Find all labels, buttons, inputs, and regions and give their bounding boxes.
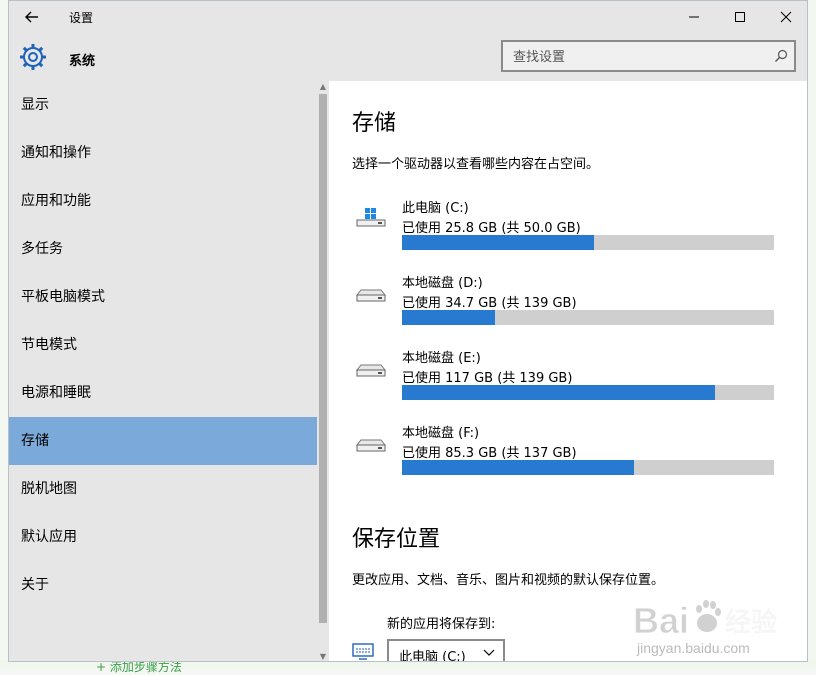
maximize-button[interactable]	[717, 1, 763, 33]
sidebar-item-label: 关于	[21, 577, 49, 593]
drive-usage-bar	[402, 460, 774, 475]
sidebar-item-offline-maps[interactable]: 脱机地图	[9, 465, 317, 513]
search-box[interactable]	[501, 40, 796, 72]
drive-c[interactable]: 此电脑 (C:) 已使用 25.8 GB (共 50.0 GB)	[352, 197, 782, 257]
drive-usage: 已使用 25.8 GB (共 50.0 GB)	[402, 221, 581, 236]
scroll-up-icon[interactable]: ▲	[317, 81, 329, 93]
maximize-icon	[735, 12, 745, 22]
drive-usage-bar	[402, 310, 774, 325]
save-locations-description: 更改应用、文档、音乐、图片和视频的默认保存位置。	[352, 573, 665, 588]
sidebar-item-label: 通知和操作	[21, 145, 91, 161]
sidebar-scrollbar[interactable]: ▲ ▼	[317, 81, 329, 661]
drive-name: 本地磁盘 (F:)	[402, 426, 480, 441]
storage-description: 选择一个驱动器以查看哪些内容在占空间。	[352, 157, 600, 172]
sidebar-item-default-apps[interactable]: 默认应用	[9, 513, 317, 561]
close-icon	[780, 11, 792, 23]
sidebar-item-power-sleep[interactable]: 电源和睡眠	[9, 369, 317, 417]
sidebar-item-apps-features[interactable]: 应用和功能	[9, 177, 317, 225]
settings-header: 系统	[9, 33, 807, 81]
save-locations-heading: 保存位置	[352, 527, 441, 552]
drive-usage: 已使用 85.3 GB (共 137 GB)	[402, 446, 577, 461]
new-apps-label: 新的应用将保存到:	[387, 617, 496, 632]
sidebar-item-label: 电源和睡眠	[21, 385, 91, 401]
drive-usage-fill	[402, 310, 495, 325]
sidebar-item-label: 平板电脑模式	[21, 289, 105, 305]
sidebar-nav: 显示 通知和操作 应用和功能 多任务 平板电脑模式 节电模式 电源和睡眠 存储 …	[9, 81, 317, 661]
drive-name: 此电脑 (C:)	[402, 201, 469, 216]
drive-usage-bar	[402, 385, 774, 400]
sidebar-item-label: 脱机地图	[21, 481, 77, 497]
search-input[interactable]	[503, 42, 765, 72]
minimize-icon	[689, 16, 699, 18]
sidebar-item-label: 默认应用	[21, 529, 77, 545]
storage-content: 存储 选择一个驱动器以查看哪些内容在占空间。 此电脑 (C:) 已使用 25.8…	[329, 81, 807, 662]
drive-usage-fill	[402, 235, 594, 250]
scroll-down-icon[interactable]: ▼	[317, 651, 329, 661]
drive-icon	[356, 364, 386, 377]
close-button[interactable]	[763, 1, 807, 33]
dropdown-value: 此电脑 (C:)	[399, 650, 466, 662]
storage-heading: 存储	[352, 111, 397, 136]
sidebar-item-multitasking[interactable]: 多任务	[9, 225, 317, 273]
drive-d[interactable]: 本地磁盘 (D:) 已使用 34.7 GB (共 139 GB)	[352, 272, 782, 332]
drive-usage: 已使用 34.7 GB (共 139 GB)	[402, 296, 577, 311]
background-right-strip	[808, 0, 816, 669]
sidebar-item-label: 多任务	[21, 241, 63, 257]
settings-window: 设置 系统 查找设置 显示 通知和操作 应用和功能 多任务 平板电脑模式 节电模…	[8, 0, 808, 662]
search-icon[interactable]	[774, 49, 788, 63]
monitor-icon	[352, 643, 374, 660]
scrollbar-thumb[interactable]	[319, 94, 327, 623]
drive-name: 本地磁盘 (E:)	[402, 351, 481, 366]
drive-f[interactable]: 本地磁盘 (F:) 已使用 85.3 GB (共 137 GB)	[352, 422, 782, 482]
drive-usage-fill	[402, 460, 634, 475]
title-bar: 设置	[9, 1, 807, 33]
drive-usage: 已使用 117 GB (共 139 GB)	[402, 371, 573, 386]
drive-usage-fill	[402, 385, 716, 400]
drive-usage-bar	[402, 235, 774, 250]
chevron-down-icon	[483, 649, 495, 656]
sidebar-item-label: 显示	[21, 97, 49, 113]
windows-drive-icon	[356, 208, 386, 227]
back-button[interactable]	[19, 4, 45, 30]
sidebar-item-notifications[interactable]: 通知和操作	[9, 129, 317, 177]
window-title: 设置	[69, 11, 94, 25]
gear-icon	[20, 44, 46, 70]
system-section-title: 系统	[69, 54, 96, 69]
drive-icon	[356, 439, 386, 452]
sidebar-item-display[interactable]: 显示	[9, 81, 317, 129]
minimize-button[interactable]	[671, 1, 717, 33]
sidebar-item-tablet-mode[interactable]: 平板电脑模式	[9, 273, 317, 321]
back-arrow-icon	[25, 11, 38, 23]
drive-icon	[356, 289, 386, 302]
new-apps-location-dropdown[interactable]: 此电脑 (C:)	[387, 639, 505, 662]
drive-name: 本地磁盘 (D:)	[402, 276, 483, 291]
sidebar-item-battery-saver[interactable]: 节电模式	[9, 321, 317, 369]
sidebar-item-storage[interactable]: 存储	[9, 417, 317, 465]
sidebar-item-label: 节电模式	[21, 337, 77, 353]
sidebar-item-about[interactable]: 关于	[9, 561, 317, 609]
drive-e[interactable]: 本地磁盘 (E:) 已使用 117 GB (共 139 GB)	[352, 347, 782, 407]
sidebar-item-label: 应用和功能	[21, 193, 91, 209]
sidebar-item-label: 存储	[21, 433, 49, 449]
